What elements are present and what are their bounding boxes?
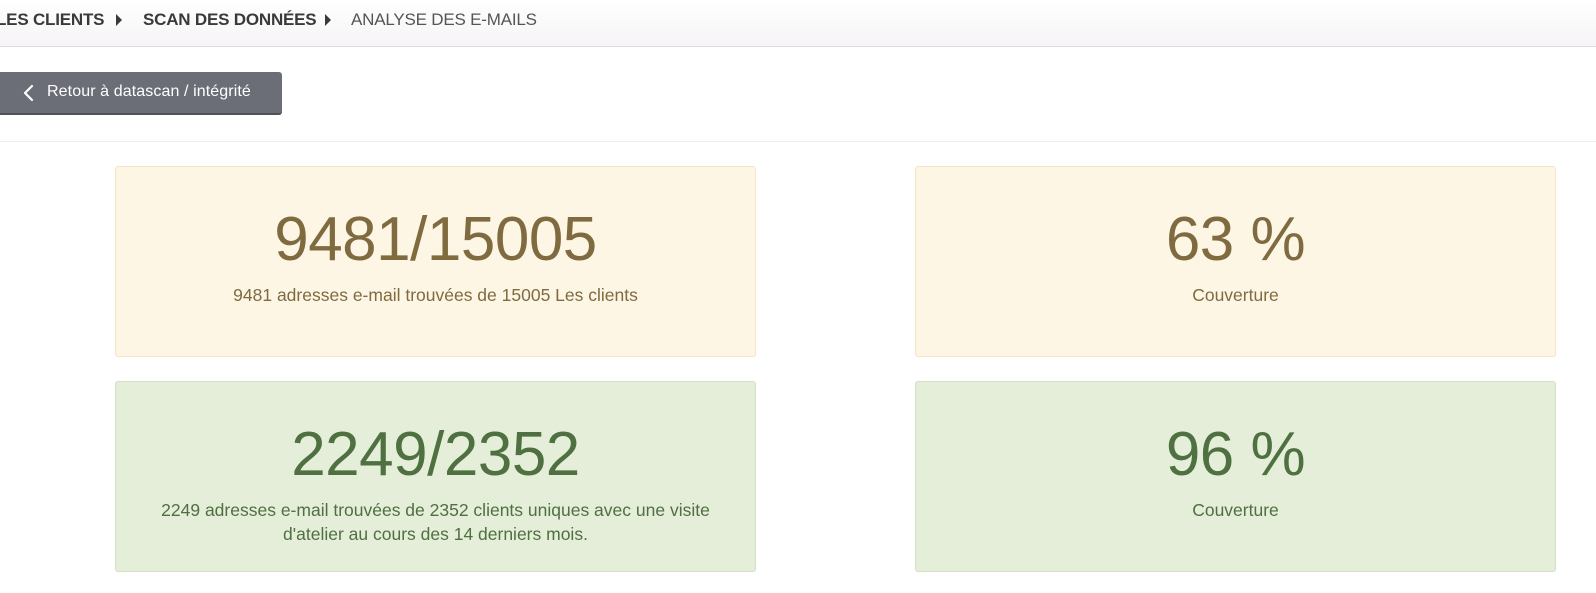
section-divider [0, 141, 1596, 142]
stat-description: Couverture [1192, 285, 1279, 305]
stat-description: 2249 adresses e-mail trouvées de 2352 cl… [161, 500, 710, 544]
stat-value: 2249/2352 [291, 420, 580, 489]
stat-value: 9481/15005 [274, 205, 597, 274]
stat-value: 63 % [1165, 205, 1306, 274]
stat-card-unique-clients-emails: 2249/2352 2249 adresses e-mail trouvées … [115, 381, 756, 572]
breadcrumb-separator-icon [325, 14, 331, 26]
breadcrumb-item-email-analysis: ANALYSE DES E-MAILS [351, 10, 537, 29]
stat-card-total-emails: 9481/15005 9481 adresses e-mail trouvées… [115, 166, 756, 357]
stat-description: 9481 adresses e-mail trouvées de 15005 L… [233, 285, 638, 305]
breadcrumb: LES CLIENTS SCAN DES DONNÉES ANALYSE DES… [0, 0, 1596, 47]
stat-value: 96 % [1165, 420, 1306, 489]
chevron-left-icon [23, 84, 34, 102]
stat-description: Couverture [1192, 500, 1279, 520]
breadcrumb-item-clients[interactable]: LES CLIENTS [0, 10, 105, 30]
stat-card-total-coverage: 63 % Couverture [915, 166, 1556, 357]
breadcrumb-separator-icon [116, 14, 122, 26]
back-button-label: Retour à datascan / intégrité [47, 83, 251, 100]
stat-card-unique-clients-coverage: 96 % Couverture [915, 381, 1556, 572]
breadcrumb-item-data-scan[interactable]: SCAN DES DONNÉES [143, 10, 317, 30]
back-to-datascan-button[interactable]: Retour à datascan / intégrité [0, 72, 282, 115]
